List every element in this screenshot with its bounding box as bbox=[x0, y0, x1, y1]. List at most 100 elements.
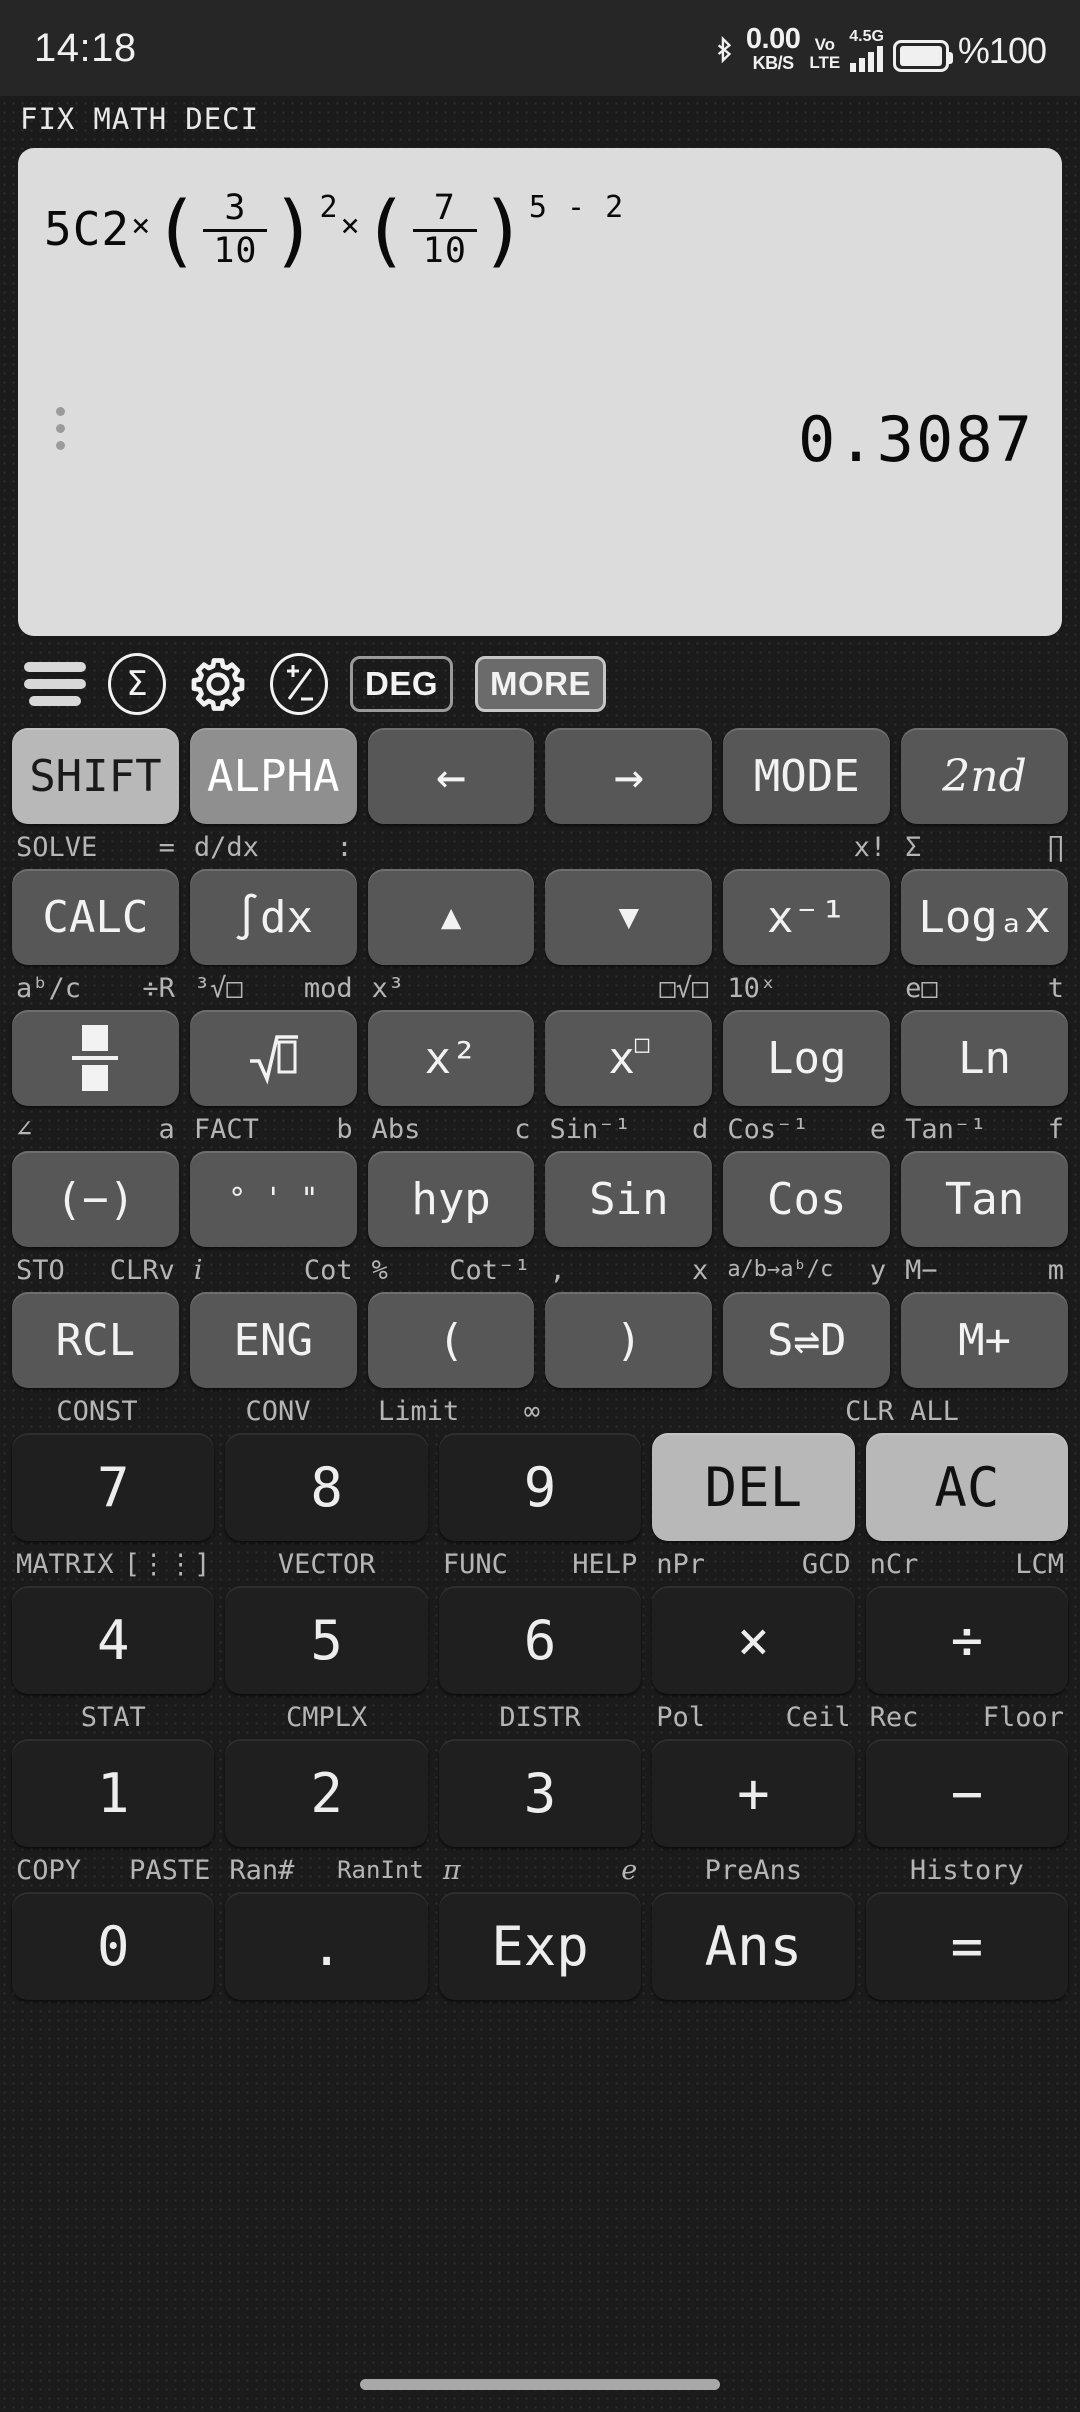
key-degrees-minutes-seconds[interactable]: ° ' " bbox=[189, 1151, 357, 1247]
key-fraction[interactable] bbox=[12, 1010, 179, 1106]
key-1[interactable]: 1 bbox=[12, 1739, 215, 1847]
label-row-8: COPY PASTE Ran# RanInt πe PreAns History bbox=[12, 1850, 1068, 1890]
key-right-arrow[interactable]: → bbox=[545, 728, 713, 824]
label-t: t bbox=[1047, 972, 1064, 1004]
label-cell: CMPLX bbox=[225, 1704, 427, 1731]
key-cos[interactable]: Cos bbox=[723, 1151, 891, 1247]
key-reciprocal[interactable]: x⁻¹ bbox=[723, 869, 891, 965]
display-overflow-menu-icon[interactable] bbox=[56, 407, 65, 450]
key-9[interactable]: 9 bbox=[438, 1433, 642, 1541]
label-cell: STO CLRv bbox=[12, 1257, 179, 1284]
key-close-paren[interactable]: ) bbox=[545, 1292, 713, 1388]
label-cell: ∠ a bbox=[12, 1116, 179, 1143]
key-rcl[interactable]: RCL bbox=[12, 1292, 179, 1388]
label-cell: nPr GCD bbox=[652, 1551, 854, 1578]
key-5[interactable]: 5 bbox=[225, 1586, 428, 1694]
home-indicator[interactable] bbox=[0, 2379, 1080, 2390]
key-sin[interactable]: Sin bbox=[545, 1151, 713, 1247]
label-limit: Limit bbox=[378, 1395, 460, 1427]
key-down-arrow[interactable]: ▼ bbox=[545, 869, 713, 965]
label-ddx: d/dx bbox=[193, 831, 259, 863]
key-up-arrow[interactable]: ▲ bbox=[367, 869, 535, 965]
expr-times-2: × bbox=[340, 206, 361, 244]
key-0[interactable]: 0 bbox=[12, 1892, 215, 2000]
label-gcd: GCD bbox=[801, 1548, 851, 1580]
more-button[interactable]: MORE bbox=[475, 656, 607, 712]
label-distr: DISTR bbox=[499, 1701, 581, 1733]
key-calc[interactable]: CALC bbox=[12, 869, 179, 965]
label-clr-all: CLR ALL bbox=[845, 1395, 959, 1427]
plus-minus-icon[interactable] bbox=[270, 653, 328, 715]
battery-icon bbox=[892, 39, 953, 72]
key-open-paren[interactable]: ( bbox=[367, 1292, 535, 1388]
key-shift[interactable]: SHIFT bbox=[12, 728, 179, 824]
label-memory-minus: M− bbox=[905, 1254, 938, 1286]
label-const: CONST bbox=[56, 1395, 138, 1427]
calculator-display[interactable]: 5C2 × ( 3 10 ) 2 × ( 7 10 ) 5 - 2 0.3087 bbox=[18, 148, 1062, 636]
label-cell: aᵇ/c ÷R bbox=[12, 975, 179, 1002]
key-s-to-d[interactable]: S⇌D bbox=[723, 1292, 891, 1388]
label-var-a: a bbox=[158, 1113, 175, 1145]
key-integral-dx[interactable]: ∫dx bbox=[189, 869, 357, 965]
key-6[interactable]: 6 bbox=[438, 1586, 642, 1694]
key-4[interactable]: 4 bbox=[12, 1586, 215, 1694]
key-del[interactable]: DEL bbox=[652, 1433, 855, 1541]
key-ac[interactable]: AC bbox=[865, 1433, 1069, 1541]
keypad: SHIFT ALPHA ← → MODE 2nd SOLVE = d/dx: x!… bbox=[0, 728, 1080, 2081]
key-mode[interactable]: MODE bbox=[723, 728, 891, 824]
key-log[interactable]: Log bbox=[723, 1010, 891, 1106]
label-cell: Tan⁻¹ f bbox=[901, 1116, 1068, 1143]
key-multiply[interactable]: × bbox=[652, 1586, 855, 1694]
label-cell: CONV bbox=[193, 1398, 363, 1425]
key-ln[interactable]: Ln bbox=[901, 1010, 1068, 1106]
label-arccos: Cos⁻¹ bbox=[727, 1113, 809, 1145]
label-cell: CONST bbox=[12, 1398, 182, 1425]
key-hyp[interactable]: hyp bbox=[367, 1151, 535, 1247]
key-plus[interactable]: + bbox=[652, 1739, 855, 1847]
label-cell: d/dx: bbox=[190, 834, 357, 861]
label-row-7: STAT CMPLX DISTR Pol Ceil Rec Floor bbox=[12, 1697, 1068, 1737]
sigma-icon[interactable]: Σ bbox=[108, 653, 166, 715]
key-equals[interactable]: = bbox=[865, 1892, 1069, 2000]
key-8[interactable]: 8 bbox=[225, 1433, 428, 1541]
key-3[interactable]: 3 bbox=[438, 1739, 642, 1847]
label-colon: : bbox=[336, 831, 353, 863]
key-eng[interactable]: ENG bbox=[189, 1292, 357, 1388]
key-memory-plus[interactable]: M+ bbox=[901, 1292, 1068, 1388]
gear-icon[interactable] bbox=[188, 654, 248, 714]
key-ans[interactable]: Ans bbox=[652, 1892, 855, 2000]
mode-indicator-deci: DECI bbox=[185, 102, 260, 136]
label-cell: Abs c bbox=[368, 1116, 535, 1143]
key-2[interactable]: 2 bbox=[225, 1739, 428, 1847]
label-fact: FACT bbox=[193, 1113, 259, 1145]
key-divide[interactable]: ÷ bbox=[865, 1586, 1069, 1694]
key-alpha[interactable]: ALPHA bbox=[189, 728, 357, 824]
key-log-base-a[interactable]: Logₐx bbox=[901, 869, 1068, 965]
key-7[interactable]: 7 bbox=[12, 1433, 215, 1541]
label-cell: MATRIX [⋮⋮] bbox=[12, 1551, 214, 1578]
label-frac-convert: a/b→aᵇ/c bbox=[727, 1257, 834, 1282]
label-matrix-bracket: [⋮⋮] bbox=[123, 1548, 211, 1580]
hamburger-menu-icon[interactable] bbox=[24, 662, 86, 706]
label-floor: Floor bbox=[982, 1701, 1065, 1733]
key-minus[interactable]: − bbox=[865, 1739, 1069, 1847]
key-x-squared[interactable]: x² bbox=[367, 1010, 535, 1106]
key-row-7: 4 5 6 × ÷ bbox=[12, 1586, 1069, 1694]
key-left-arrow[interactable]: ← bbox=[367, 728, 535, 824]
label-var-f: f bbox=[1047, 1113, 1064, 1145]
key-tan[interactable]: Tan bbox=[901, 1151, 1068, 1247]
label-row-5: CONST CONV Limit ∞ CLR ALL bbox=[12, 1391, 1068, 1431]
label-row-6: MATRIX [⋮⋮] VECTOR FUNC HELP nPr GCD nCr LCM bbox=[12, 1544, 1068, 1584]
key-negative[interactable]: (−) bbox=[12, 1151, 179, 1247]
expr-exponent-1: 2 bbox=[319, 189, 339, 225]
label-percent: % bbox=[371, 1254, 388, 1286]
key-2nd[interactable]: 2nd bbox=[901, 728, 1068, 824]
key-exp[interactable]: Exp bbox=[438, 1892, 642, 2000]
angle-mode-button[interactable]: DEG bbox=[350, 656, 454, 712]
label-cube-root: ³√□ bbox=[193, 972, 243, 1004]
key-decimal-point[interactable]: . bbox=[225, 1892, 428, 2000]
label-comma: , bbox=[549, 1254, 566, 1286]
label-cell: a/b→aᵇ/c y bbox=[723, 1257, 890, 1284]
key-x-power[interactable]: x □ bbox=[545, 1010, 713, 1106]
key-square-root[interactable] bbox=[189, 1010, 357, 1106]
